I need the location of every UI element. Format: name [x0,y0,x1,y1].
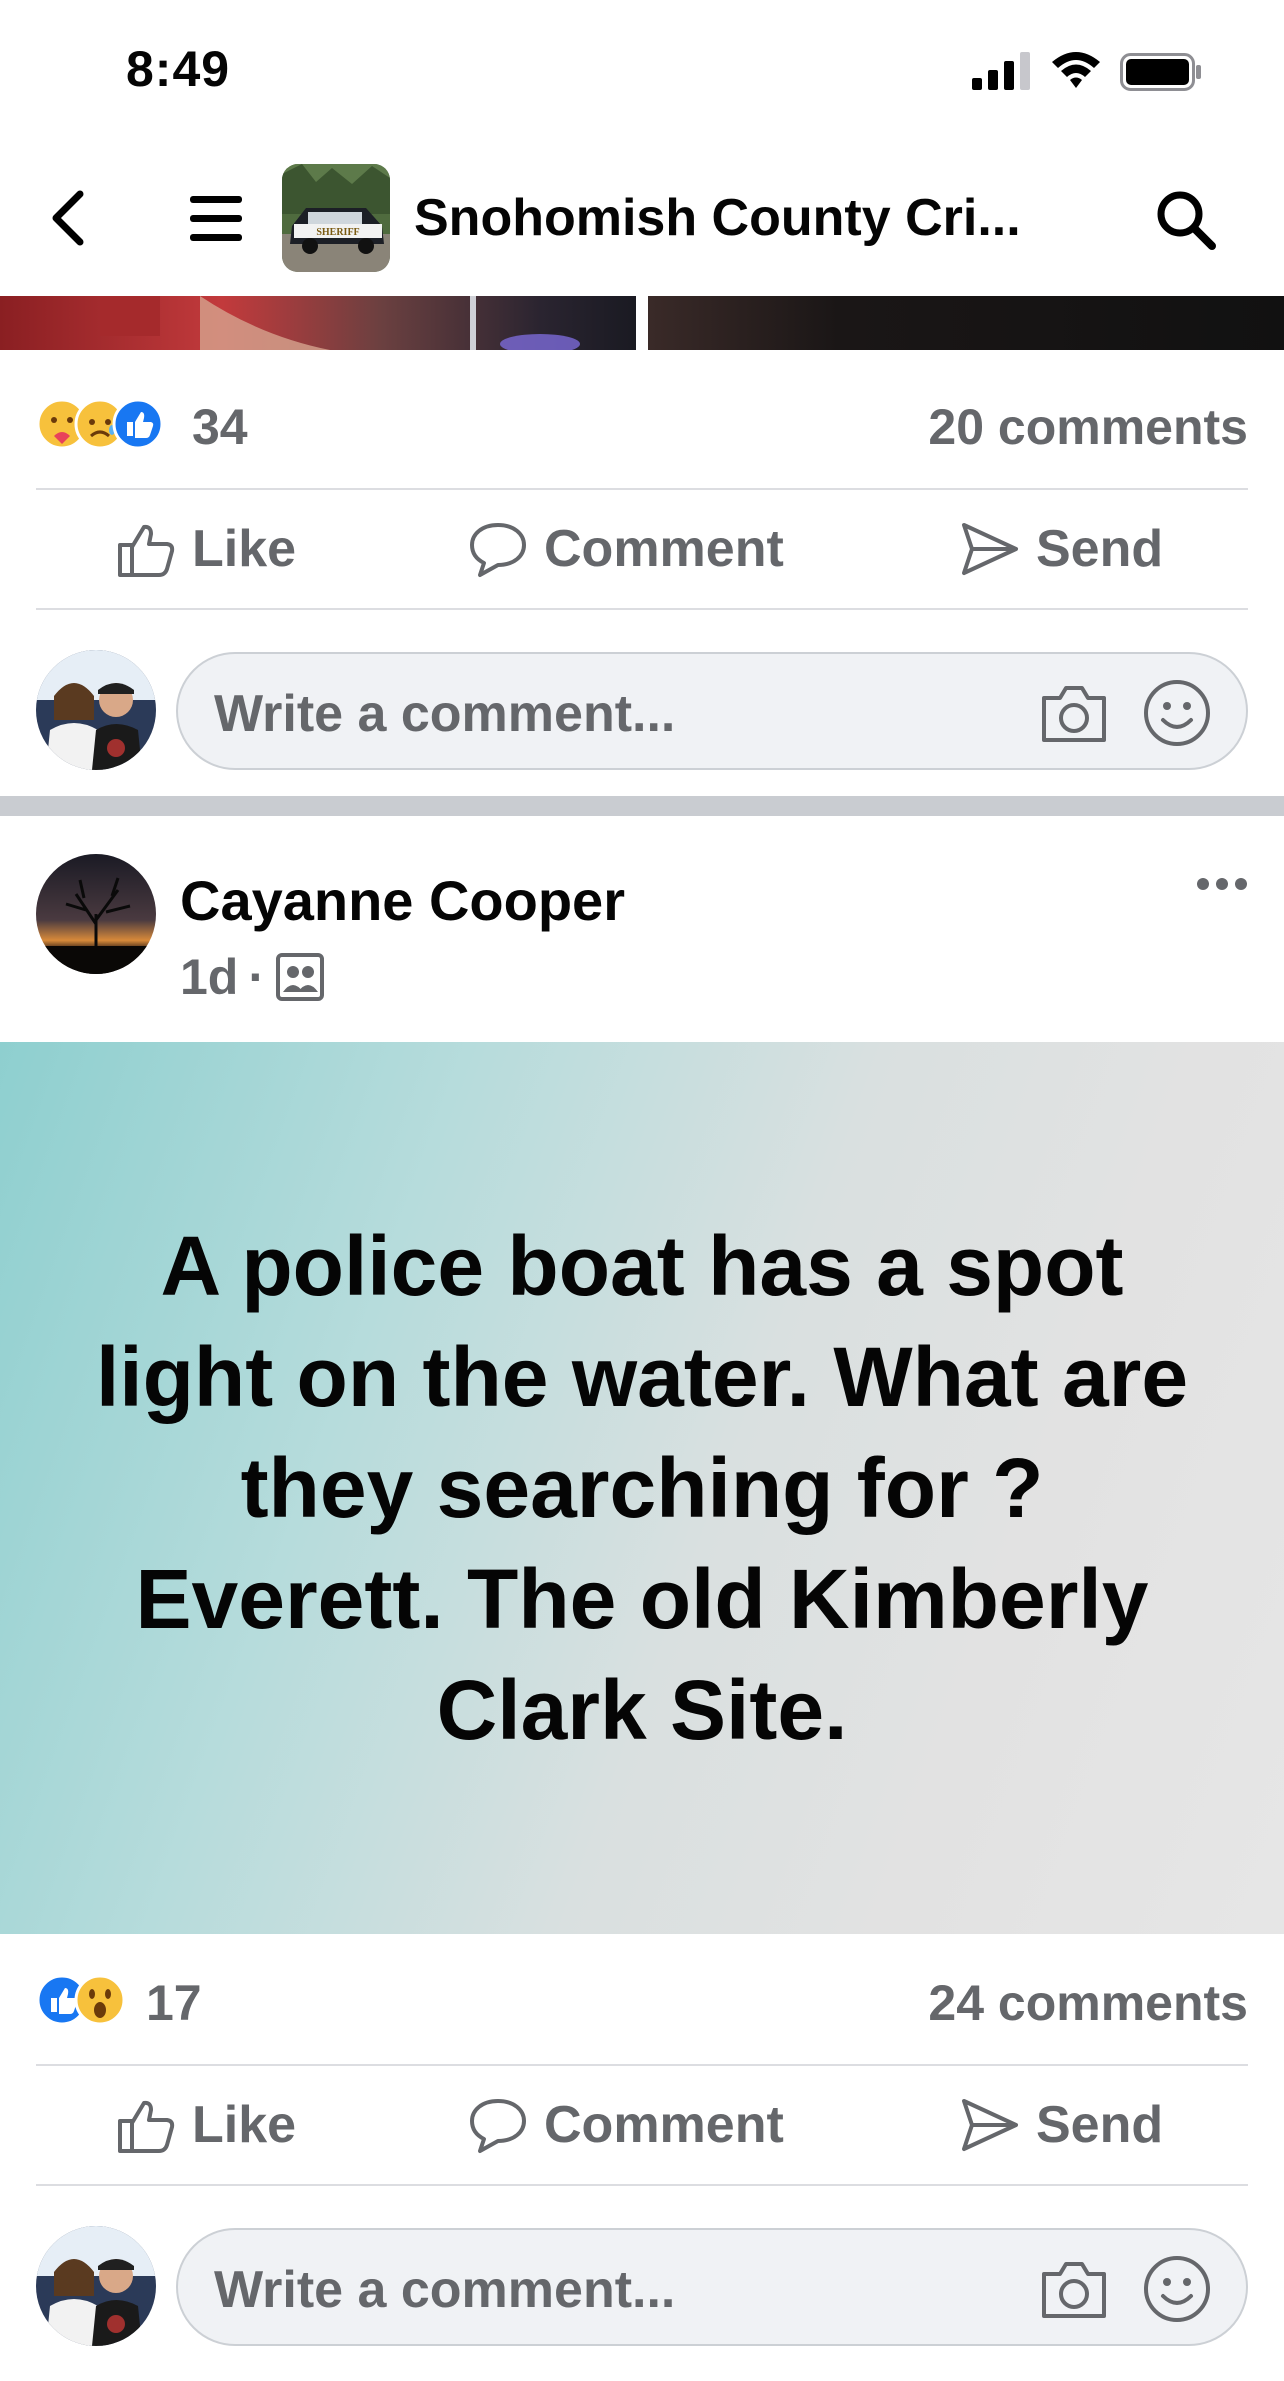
avatar[interactable] [36,2226,156,2346]
like-label: Like [192,2096,297,2154]
status-time: 8:49 [126,41,231,97]
comment-button[interactable]: Comment [466,2066,784,2184]
camera-icon[interactable] [1038,680,1110,746]
comment-count[interactable]: 20 comments [928,398,1248,456]
wifi-icon [1052,52,1100,88]
post-age[interactable]: 1d [180,948,238,1006]
post-reactions[interactable]: 17 24 comments [36,1958,1248,2038]
like-icon [112,398,164,450]
emoji-icon[interactable] [1142,678,1212,748]
thumbs-up-icon [118,2100,175,2153]
post-text: A police boat has a spot light on the wa… [95,1218,1189,1757]
post-header: Cayanne Cooper 1d · [0,816,1284,1042]
like-label: Like [192,520,297,578]
post-meta: 1d · [180,948,325,1006]
avatar[interactable] [36,650,156,770]
reaction-count: 17 [146,1975,202,2031]
send-icon [962,2099,1018,2151]
previous-post-image-right[interactable] [648,296,1284,350]
camera-icon[interactable] [1038,2256,1110,2322]
group-nav-bar: SHERIFF Snohomish County Cri... [0,140,1284,296]
divider [36,608,1248,610]
wow-icon [74,1974,126,2026]
previous-post-actions: Like Comment Send [36,490,1248,608]
comment-label: Comment [544,520,784,578]
comment-button[interactable]: Comment [466,490,784,608]
previous-post-media[interactable] [0,296,1284,350]
author-name[interactable]: Cayanne Cooper [180,868,625,933]
comment-composer: Write a comment... [36,650,1248,770]
group-thumbnail[interactable]: SHERIFF [282,164,390,272]
like-button[interactable]: Like [114,490,296,608]
comment-placeholder: Write a comment... [214,2261,676,2319]
post-text-background[interactable]: A police boat has a spot light on the wa… [0,1042,1284,1934]
meta-separator: · [248,949,266,1005]
svg-text:SHERIFF: SHERIFF [316,227,359,238]
comment-composer: Write a comment... [36,2226,1248,2346]
battery-icon [1120,53,1201,91]
previous-post-reactions[interactable]: 34 20 comments [36,382,1248,462]
emoji-icon[interactable] [1142,2254,1212,2324]
comment-bubble-icon [470,2099,526,2153]
reaction-count: 34 [192,399,248,455]
send-icon [962,523,1018,575]
send-button[interactable]: Send [958,2066,1163,2184]
group-members-icon [276,953,325,1001]
comment-count[interactable]: 24 comments [928,1974,1248,2032]
status-bar: 8:49 [0,0,1284,140]
author-avatar[interactable] [36,854,156,974]
comment-input[interactable]: Write a comment... [176,652,1248,770]
comment-bubble-icon [470,523,526,577]
more-options-icon[interactable] [1196,876,1248,892]
thumbs-up-icon [118,524,175,577]
divider [36,2184,1248,2186]
send-label: Send [1036,2096,1164,2154]
cellular-signal-icon [972,52,1030,90]
comment-input[interactable]: Write a comment... [176,2228,1248,2346]
previous-post-image-left[interactable] [0,296,636,350]
group-title[interactable]: Snohomish County Cri... [414,188,1021,248]
menu-icon[interactable] [186,192,246,246]
send-button[interactable]: Send [958,490,1163,608]
back-chevron-icon[interactable] [44,188,94,248]
comment-label: Comment [544,2096,784,2154]
comment-placeholder: Write a comment... [214,685,676,743]
search-icon[interactable] [1154,188,1218,252]
post-separator [0,796,1284,816]
send-label: Send [1036,520,1164,578]
post-actions: Like Comment Send [36,2066,1248,2184]
like-button[interactable]: Like [114,2066,296,2184]
